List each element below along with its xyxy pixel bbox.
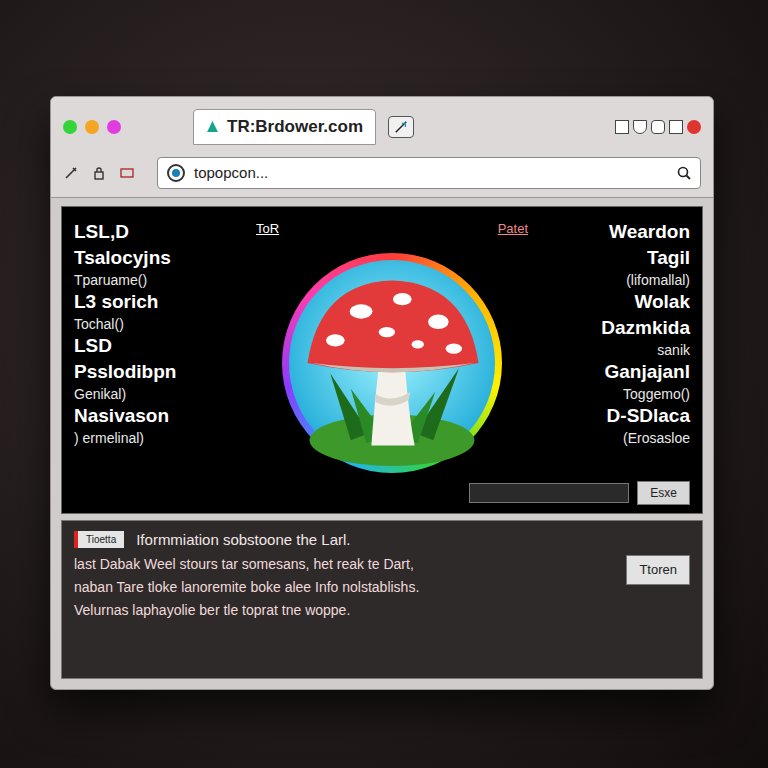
info-line: Velurnas laphayolie ber tle toprat tne w…	[74, 601, 614, 620]
list-title[interactable]: Weardon	[560, 219, 690, 245]
info-lines: last Dabak Weel stours tar somesans, het…	[74, 555, 614, 620]
search-button[interactable]: Esxe	[637, 481, 690, 505]
traffic-lights	[63, 120, 121, 134]
list-title[interactable]: Psslodibpn	[74, 359, 224, 385]
address-field[interactable]: topopcon...	[157, 157, 701, 190]
info-panel: Tioetta Iformmiation sobstoone the Larl. l…	[61, 520, 703, 680]
triangle-icon	[206, 120, 219, 133]
list-note[interactable]: Genikal)	[74, 385, 224, 403]
toolbar: topopcon...	[51, 149, 713, 199]
list-note[interactable]: Toggemo()	[560, 385, 690, 403]
search-input[interactable]	[469, 483, 629, 503]
list-title[interactable]: D-SDlaca	[560, 403, 690, 429]
list-title[interactable]: Tagil	[560, 245, 690, 271]
bookmark-icon[interactable]	[651, 120, 665, 134]
list-note[interactable]: sanik	[560, 341, 690, 359]
page-icon[interactable]	[119, 165, 135, 181]
list-title[interactable]: LSL,D	[74, 219, 224, 245]
square-icon[interactable]	[615, 120, 629, 134]
page-content: LSL,DTsalocyjnsTparuame()L3 sorichTochal…	[61, 206, 703, 514]
mushroom-logo	[282, 253, 502, 473]
mushroom-icon	[289, 260, 495, 466]
list-title[interactable]: Tsalocyjns	[74, 245, 224, 271]
window-control-dot[interactable]	[107, 120, 121, 134]
right-list: WeardonTagil(lifomallal)WolakDazmkidasan…	[560, 219, 690, 473]
browser-tab[interactable]: TR:Brdower.com	[193, 109, 376, 145]
left-list: LSL,DTsalocyjnsTparuame()L3 sorichTochal…	[74, 219, 224, 473]
center-header: ToR Patet	[232, 219, 552, 239]
search-icon[interactable]	[676, 165, 692, 181]
info-line: last Dabak Weel stours tar somesans, het…	[74, 555, 614, 574]
window-control-dot[interactable]	[85, 120, 99, 134]
list-title[interactable]: Dazmkida	[560, 315, 690, 341]
info-heading-row: Tioetta Iformmiation sobstoone the Larl.	[74, 529, 690, 552]
window-buttons	[615, 120, 701, 134]
search-row: Esxe	[62, 481, 702, 513]
onion-logo-icon	[166, 163, 186, 183]
info-button[interactable]: Ttoren	[626, 555, 690, 585]
close-dot[interactable]	[687, 120, 701, 134]
list-title[interactable]: Ganjajanl	[560, 359, 690, 385]
screen: TR:Brdower.com topopcon... LSL,DTsalocyjns…	[0, 0, 768, 768]
center-panel: ToR Patet	[232, 219, 552, 473]
list-note[interactable]: ) ermelinal)	[74, 429, 224, 447]
list-title[interactable]: Nasivason	[74, 403, 224, 429]
list-title[interactable]: L3 sorich	[74, 289, 224, 315]
tools-icon[interactable]	[63, 165, 79, 181]
list-note[interactable]: Tparuame()	[74, 271, 224, 289]
arrow-icon[interactable]	[669, 120, 683, 134]
list-note[interactable]: Tochal()	[74, 315, 224, 333]
browser-window: TR:Brdower.com topopcon... LSL,DTsalocyjns…	[50, 96, 714, 690]
new-tab-button[interactable]	[388, 116, 414, 138]
list-note[interactable]: (lifomallal)	[560, 271, 690, 289]
patet-link[interactable]: Patet	[498, 219, 528, 239]
info-heading: Iformmiation sobstoone the Larl.	[136, 529, 350, 552]
info-line: naban Tare tloke lanoremite boke alee In…	[74, 578, 614, 597]
list-title[interactable]: LSD	[74, 333, 224, 359]
title-bar: TR:Brdower.com	[51, 97, 713, 149]
lock-icon[interactable]	[91, 165, 107, 181]
shield-icon[interactable]	[633, 120, 647, 134]
list-note[interactable]: (Erosasloe	[560, 429, 690, 447]
window-control-dot[interactable]	[63, 120, 77, 134]
list-title[interactable]: Wolak	[560, 289, 690, 315]
tor-link[interactable]: ToR	[256, 219, 279, 239]
crossed-image-icon	[394, 120, 408, 134]
info-tag[interactable]: Tioetta	[74, 531, 124, 548]
content-columns: LSL,DTsalocyjnsTparuame()L3 sorichTochal…	[62, 207, 702, 481]
